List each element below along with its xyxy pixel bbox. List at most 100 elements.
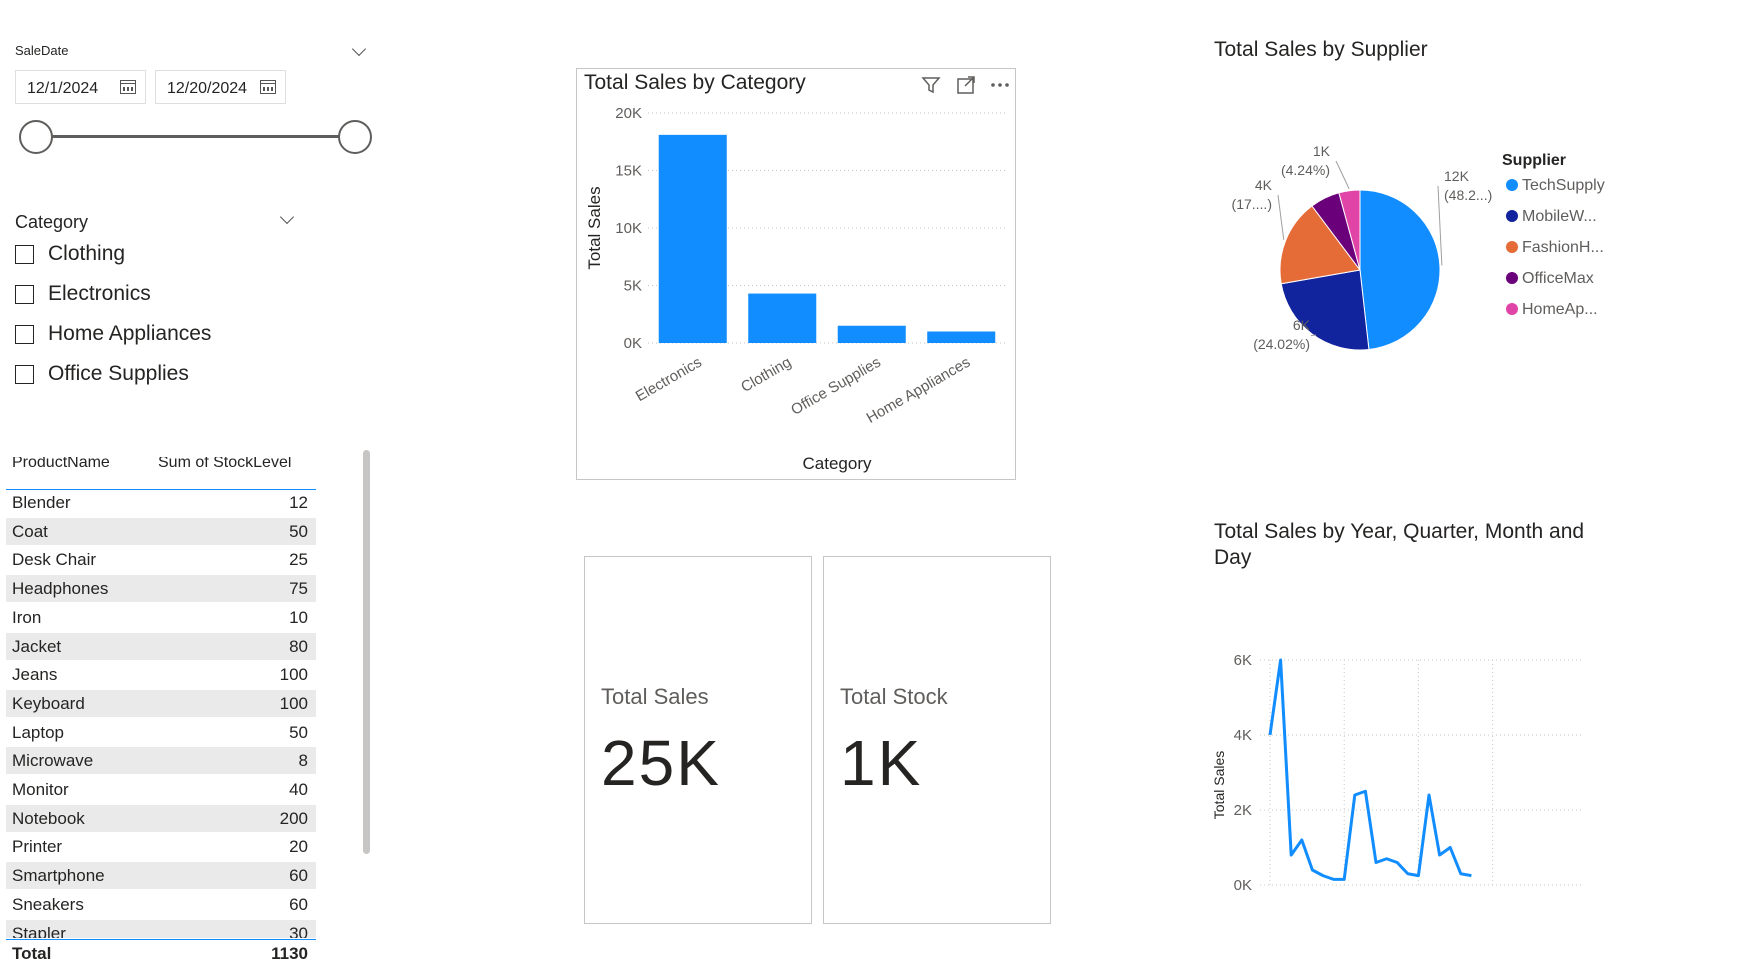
chevron-down-icon[interactable]: [351, 41, 367, 57]
filter-icon[interactable]: [920, 74, 942, 96]
legend-marker: [1506, 303, 1518, 315]
checkbox[interactable]: [15, 364, 34, 384]
table-row[interactable]: Keyboard 100: [6, 689, 316, 718]
bar: [658, 134, 727, 343]
legend-item: TechSupply: [1522, 177, 1605, 194]
cell-stock-level: 10: [289, 607, 308, 627]
category-option-label: Office Supplies: [48, 362, 189, 385]
pie-chart-plot[interactable]: 12K (48.2...) 6K (24.02%) 4K (17....) 1K (4.24%…: [1210, 140, 1650, 380]
table-row[interactable]: Sneakers 60: [6, 891, 316, 919]
cell-product-name: Laptop: [12, 722, 64, 742]
legend-marker: [1506, 210, 1518, 222]
legend-marker: [1506, 241, 1518, 253]
legend-item: OfficeMax: [1522, 270, 1594, 287]
table-row[interactable]: Blender 12: [6, 489, 316, 517]
data-label-value: 1K: [1313, 143, 1331, 159]
table-header: ProductName Sum of StockLevel: [6, 457, 316, 490]
y-tick-label: 2K: [1234, 802, 1252, 819]
more-options-icon[interactable]: [988, 74, 1012, 96]
line-chart-plot[interactable]: 0K2K4K6KDec 01Dec 08Dec 15YearTotal Sale…: [1210, 575, 1590, 895]
range-end-handle[interactable]: [338, 120, 372, 154]
table-row[interactable]: Jacket 80: [6, 632, 316, 661]
table-row[interactable]: Desk Chair 25: [6, 546, 316, 575]
date-range-track: [35, 135, 360, 138]
category-option-electronics[interactable]: Electronics: [15, 282, 151, 306]
column-header-stocklevel[interactable]: Sum of StockLevel: [158, 457, 291, 472]
checkbox[interactable]: [15, 244, 34, 264]
column-header-productname[interactable]: ProductName: [12, 457, 110, 472]
table-total-row: Total 1130: [6, 939, 316, 970]
cell-stock-level: 30: [289, 923, 308, 939]
legend-marker: [1506, 179, 1518, 191]
y-axis-label: Total Sales: [585, 186, 604, 269]
category-option-office-supplies[interactable]: Office Supplies: [15, 362, 189, 386]
card-label: Total Sales: [601, 684, 709, 709]
table-scrollbar[interactable]: [363, 450, 370, 854]
data-label-value: 6K: [1293, 317, 1311, 333]
data-label-percent: (17....): [1232, 196, 1272, 212]
bar-chart-plot: 0K5K10K15K20KElectronics ClothingOffice S…: [585, 105, 1006, 473]
leader-line: [1335, 160, 1350, 189]
start-date-field[interactable]: 12/1/2024: [15, 70, 146, 104]
table-row[interactable]: Jeans 100: [6, 661, 316, 690]
category-option-home-appliances[interactable]: Home Appliances: [15, 322, 211, 346]
category-option-label: Electronics: [48, 282, 151, 305]
calendar-icon[interactable]: [260, 80, 276, 94]
cell-product-name: Sneakers: [12, 894, 84, 914]
calendar-icon[interactable]: [120, 80, 136, 94]
category-option-clothing[interactable]: Clothing: [15, 242, 125, 266]
data-label-value: 4K: [1255, 177, 1273, 193]
table-row[interactable]: Microwave 8: [6, 747, 316, 776]
leader-line: [1310, 334, 1317, 337]
total-value: 1130: [271, 944, 308, 963]
cell-product-name: Headphones: [12, 579, 109, 599]
end-date-value: 12/20/2024: [167, 80, 248, 97]
end-date-field[interactable]: 12/20/2024: [155, 70, 286, 104]
y-tick-label: 5K: [624, 278, 642, 295]
card-value: 25K: [601, 727, 721, 799]
cell-stock-level: 100: [279, 693, 308, 713]
checkbox[interactable]: [15, 284, 34, 304]
cell-product-name: Smartphone: [12, 866, 105, 886]
legend-item: FashionH...: [1522, 239, 1604, 256]
cell-product-name: Monitor: [12, 780, 69, 799]
x-tick-label: Electronics: [633, 354, 705, 405]
cell-product-name: Keyboard: [12, 693, 85, 713]
category-option-label: Clothing: [48, 242, 126, 265]
cell-stock-level: 25: [289, 550, 308, 570]
cell-stock-level: 80: [289, 636, 308, 656]
range-start-handle[interactable]: [19, 120, 53, 154]
total-label: Total: [12, 944, 52, 963]
y-tick-label: 0K: [1234, 877, 1252, 894]
legend-marker: [1506, 272, 1518, 284]
cell-stock-level: 40: [289, 780, 308, 799]
cell-product-name: Notebook: [12, 808, 85, 828]
y-tick-label: 20K: [615, 105, 642, 122]
table-row[interactable]: Stapler 30: [6, 919, 316, 939]
y-tick-label: 0K: [624, 335, 642, 352]
table-row[interactable]: Laptop 50: [6, 719, 316, 747]
chevron-down-icon[interactable]: [279, 209, 295, 225]
checkbox[interactable]: [15, 324, 34, 344]
cell-product-name: Jeans: [12, 665, 58, 685]
cell-product-name: Microwave: [12, 751, 94, 771]
table-row[interactable]: Notebook 200: [6, 804, 316, 833]
date-slicer-title: SaleDate: [15, 43, 69, 58]
y-tick-label: 10K: [615, 220, 642, 237]
cell-product-name: Iron: [12, 607, 42, 627]
y-tick-label: 15K: [615, 163, 642, 180]
series-line: [1268, 658, 1472, 881]
category-slicer-title: Category: [15, 212, 89, 232]
card-value: 1K: [840, 727, 923, 799]
cell-stock-level: 12: [289, 493, 308, 512]
focus-mode-icon[interactable]: [955, 74, 977, 96]
table-row[interactable]: Smartphone 60: [6, 862, 316, 891]
table-row[interactable]: Printer 20: [6, 833, 316, 862]
table-row[interactable]: Monitor 40: [6, 776, 316, 804]
table-row[interactable]: Iron 10: [6, 604, 316, 632]
start-date-value: 12/1/2024: [27, 80, 99, 97]
table-row[interactable]: Headphones 75: [6, 575, 316, 604]
data-label-percent: (4.24%): [1281, 162, 1330, 178]
cell-stock-level: 60: [289, 866, 308, 886]
table-row[interactable]: Coat 50: [6, 517, 316, 546]
